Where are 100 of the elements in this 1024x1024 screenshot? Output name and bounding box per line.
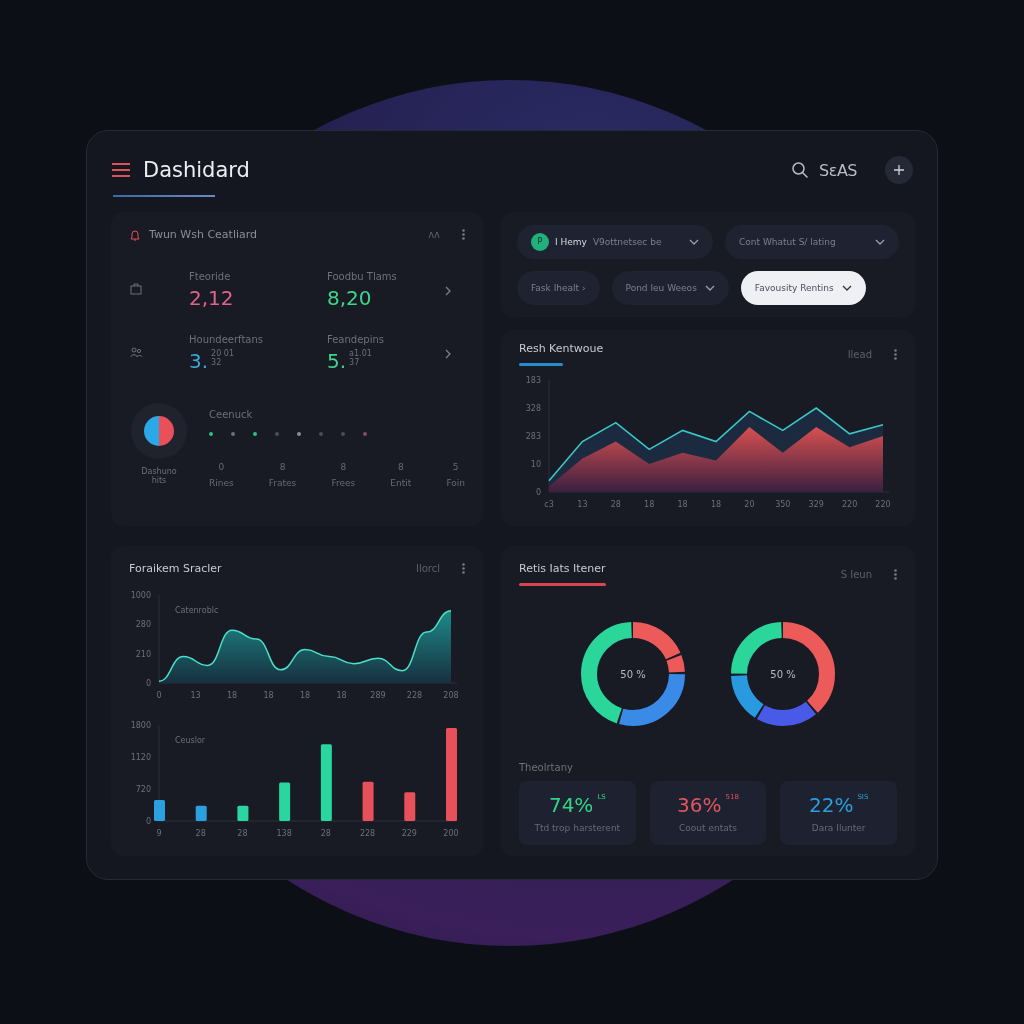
count-value: 8 <box>397 462 404 472</box>
count-value: 8 <box>340 462 347 472</box>
chart-label: Catenroblc <box>175 606 219 615</box>
bag-icon <box>129 282 143 296</box>
tile-value: 74% <box>548 793 594 817</box>
section-label: Ceenuck <box>209 409 253 420</box>
search-icon[interactable] <box>791 161 810 180</box>
axis-label: c3 <box>544 500 554 509</box>
card-action[interactable]: Ilead <box>847 348 872 360</box>
card-title: Twun Wsh Ceatliard <box>149 228 258 241</box>
people-icon <box>129 345 143 359</box>
chevron-icon[interactable] <box>445 348 451 359</box>
card-hint: ʌʌ <box>428 229 440 240</box>
axis-label: 289 <box>370 691 386 700</box>
filter-chip[interactable]: Cont Whatut S/ lating <box>725 224 899 259</box>
stat-value: 5. <box>327 349 347 373</box>
chevron-icon[interactable] <box>445 285 451 296</box>
axis-label: 0 <box>145 679 151 688</box>
count-label: Entit <box>390 478 412 488</box>
axis-label: 183 <box>525 376 541 385</box>
page-title: Dashidard <box>143 158 250 183</box>
stat-note: 20 01 <box>211 349 234 358</box>
stat-value: 8,20 <box>327 286 372 310</box>
axis-label: 329 <box>808 500 824 509</box>
section-label: Theolrtany <box>519 762 574 773</box>
count-label: Rines <box>209 478 234 488</box>
axis-label: 0 <box>156 691 162 700</box>
stat-note: 37 <box>349 358 361 367</box>
more-icon[interactable] <box>894 348 897 360</box>
axis-label: 1800 <box>130 721 151 730</box>
axis-label: 283 <box>525 432 541 441</box>
axis-label: 208 <box>443 691 459 700</box>
card-title: Resh Kentwoue <box>519 342 604 355</box>
chart-bar <box>362 781 374 821</box>
chip-text: Cont Whatut S/ lating <box>739 236 836 247</box>
card-title: Foraikem Sracler <box>129 562 222 575</box>
account-name[interactable]: SεAS <box>819 160 857 180</box>
more-icon[interactable] <box>462 229 465 240</box>
chart-bar <box>237 805 249 821</box>
count-value: 0 <box>218 462 225 472</box>
more-icon[interactable] <box>894 568 897 580</box>
stat-note: a1.01 <box>349 349 372 358</box>
chip-avatar: P <box>531 232 549 251</box>
axis-label: 0 <box>145 817 151 826</box>
count-label: Frates <box>268 478 297 488</box>
stat-label: Foodbu Tlams <box>327 271 398 282</box>
axis-label: 18 <box>299 691 311 700</box>
tile-caption: Dara Ilunter <box>811 823 866 833</box>
axis-label: 13 <box>577 500 588 509</box>
chart-bar <box>404 792 416 821</box>
axis-label: 0 <box>535 488 541 497</box>
axis-label: 28 <box>320 829 331 838</box>
card-title: Retis Iats Itener <box>519 562 606 575</box>
filter-chip[interactable]: Fask Ihealt › <box>517 270 600 305</box>
more-icon[interactable] <box>462 563 465 574</box>
filter-chip[interactable]: Pond Ieu Weeos <box>611 270 729 305</box>
chip-strong: I Hemy <box>555 236 587 247</box>
axis-label: 10 <box>530 460 541 469</box>
axis-label: 228 <box>359 829 376 838</box>
chip-text: Pond Ieu Weeos <box>625 282 697 293</box>
count-value: 8 <box>279 462 286 472</box>
card-action[interactable]: S Ieun <box>840 568 872 580</box>
chart-bar <box>195 805 207 821</box>
donut-value: 50 % <box>770 669 796 680</box>
axis-label: 350 <box>775 500 791 509</box>
add-button[interactable] <box>885 156 913 185</box>
tile-value: 36% <box>677 793 722 817</box>
axis-label: 138 <box>276 829 292 838</box>
axis-label: 18 <box>263 691 274 700</box>
filter-chip[interactable]: Favousity Rentins <box>740 270 866 305</box>
axis-label: 13 <box>190 691 201 700</box>
axis-label: 18 <box>710 500 722 509</box>
avatar <box>144 416 174 446</box>
chip-text: V9ottnetsec be <box>592 236 662 247</box>
axis-label: 18 <box>644 500 655 509</box>
axis-label: 228 <box>406 691 423 700</box>
chart-bar <box>154 799 165 821</box>
axis-label: 200 <box>443 829 459 838</box>
avatar-caption: Dashuno hits <box>140 467 178 485</box>
axis-label: 1120 <box>130 753 151 762</box>
filter-chip[interactable]: P I Hemy V9ottnetsec be <box>517 224 713 259</box>
axis-label: 720 <box>135 785 151 794</box>
axis-label: 28 <box>610 500 621 509</box>
axis-label: 220 <box>875 500 891 509</box>
title-underline <box>519 363 563 366</box>
axis-label: 9 <box>156 829 162 838</box>
stat-label: Feandepins <box>327 334 385 345</box>
axis-label: 18 <box>336 691 347 700</box>
axis-label: 328 <box>525 404 541 413</box>
axis-label: 20 <box>744 500 755 509</box>
chip-text: Favousity Rentins <box>754 282 834 293</box>
count-value: 5 <box>452 462 459 472</box>
axis-label: 229 <box>401 829 417 838</box>
axis-label: 28 <box>237 829 248 838</box>
card-action[interactable]: Ilorcl <box>416 563 440 574</box>
tile-value: 22% <box>808 793 854 817</box>
stat-label: Houndeerftans <box>189 334 265 345</box>
menu-icon[interactable] <box>111 163 131 178</box>
tile-caption: Ttd trop harsterent <box>534 823 621 833</box>
stat-value: 2,12 <box>189 286 234 310</box>
